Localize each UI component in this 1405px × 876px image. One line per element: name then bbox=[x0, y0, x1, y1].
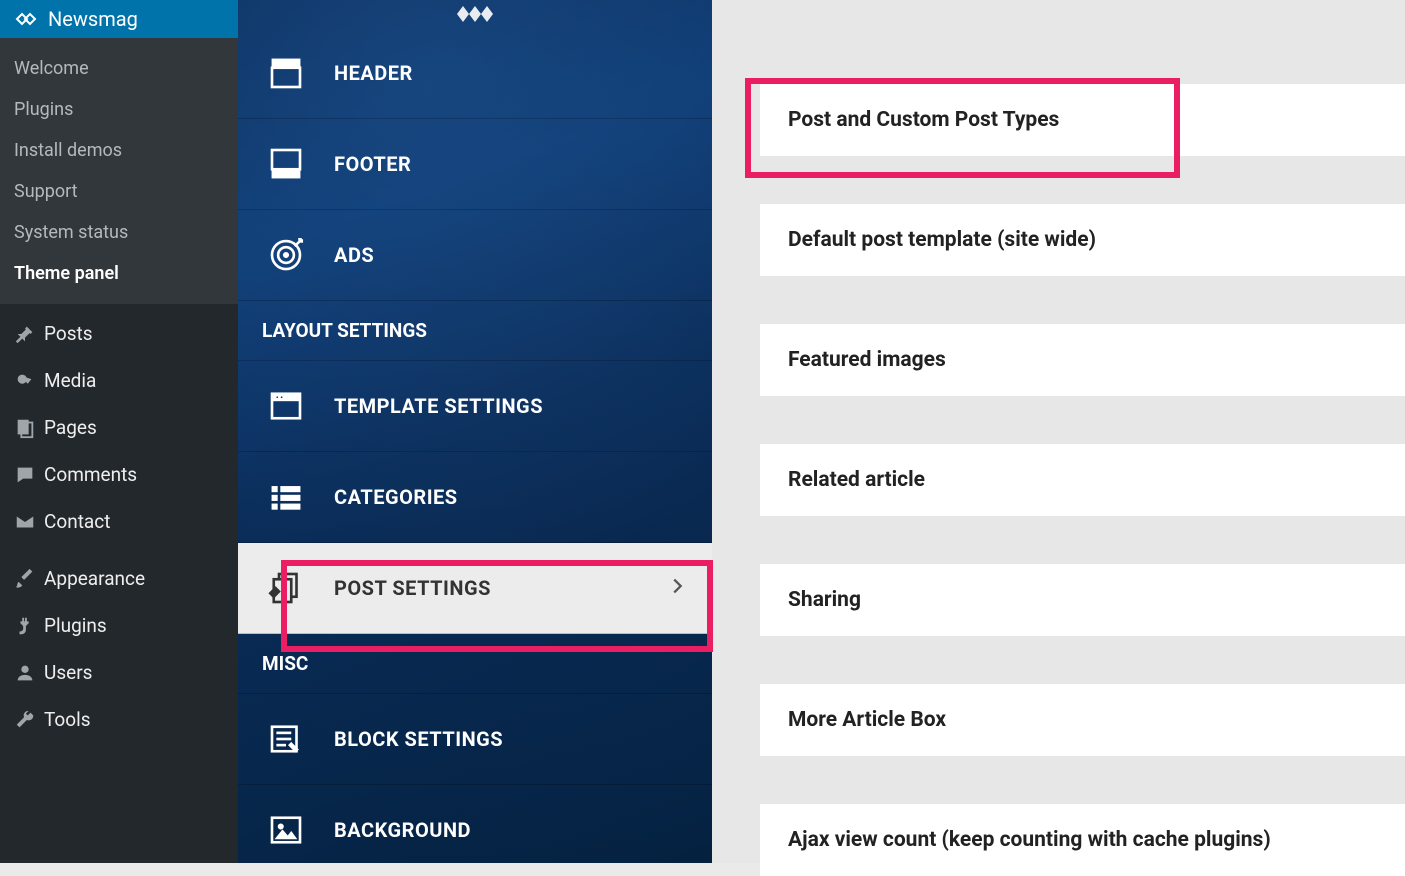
menu-contact-label: Contact bbox=[44, 510, 110, 533]
wp-main-menu: Posts Media Pages Comments Contact Appea… bbox=[0, 304, 238, 743]
theme-logo bbox=[238, 0, 712, 28]
menu-tools-label: Tools bbox=[44, 708, 91, 731]
panel-default-post-template[interactable]: Default post template (site wide) bbox=[760, 204, 1405, 276]
nav-template-settings-label: TEMPLATE SETTINGS bbox=[334, 394, 688, 418]
pages-icon bbox=[14, 417, 44, 439]
brush-icon bbox=[14, 568, 44, 590]
nav-ads[interactable]: ADS bbox=[238, 210, 712, 301]
comments-icon bbox=[14, 464, 44, 486]
nav-footer[interactable]: FOOTER bbox=[238, 119, 712, 210]
submenu-support[interactable]: Support bbox=[0, 171, 238, 212]
panel-related-article[interactable]: Related article bbox=[760, 444, 1405, 516]
panel-sharing[interactable]: Sharing bbox=[760, 564, 1405, 636]
menu-users-label: Users bbox=[44, 661, 92, 684]
panel-featured-images[interactable]: Featured images bbox=[760, 324, 1405, 396]
menu-appearance-label: Appearance bbox=[44, 567, 145, 590]
submenu-welcome[interactable]: Welcome bbox=[0, 48, 238, 89]
template-icon bbox=[262, 385, 310, 427]
nav-categories-label: CATEGORIES bbox=[334, 485, 688, 509]
block-edit-icon bbox=[262, 718, 310, 760]
nav-block-settings[interactable]: BLOCK SETTINGS bbox=[238, 694, 712, 785]
chevron-right-icon bbox=[666, 575, 688, 602]
menu-plugins[interactable]: Plugins bbox=[0, 602, 238, 649]
menu-plugins-label: Plugins bbox=[44, 614, 107, 637]
menu-posts[interactable]: Posts bbox=[0, 310, 238, 357]
newsmag-icon bbox=[14, 7, 38, 31]
nav-background-label: BACKGROUND bbox=[334, 818, 688, 842]
menu-contact[interactable]: Contact bbox=[0, 498, 238, 545]
settings-content-panel: Post and Custom Post Types Default post … bbox=[712, 0, 1405, 863]
menu-media[interactable]: Media bbox=[0, 357, 238, 404]
wrench-icon bbox=[14, 709, 44, 731]
nav-block-settings-label: BLOCK SETTINGS bbox=[334, 727, 688, 751]
pin-icon bbox=[14, 323, 44, 345]
panel-ajax-view-count[interactable]: Ajax view count (keep counting with cach… bbox=[760, 804, 1405, 876]
menu-users[interactable]: Users bbox=[0, 649, 238, 696]
menu-comments-label: Comments bbox=[44, 463, 137, 486]
nav-categories[interactable]: CATEGORIES bbox=[238, 452, 712, 543]
wp-current-theme-label: Newsmag bbox=[48, 7, 138, 31]
wp-admin-sidebar: Newsmag Welcome Plugins Install demos Su… bbox=[0, 0, 238, 863]
target-icon bbox=[262, 234, 310, 276]
panel-more-article-box[interactable]: More Article Box bbox=[760, 684, 1405, 756]
theme-settings-nav: HEADER FOOTER ADS LAYOUT SETTINGS TEMPLA… bbox=[238, 0, 712, 863]
nav-ads-label: ADS bbox=[334, 243, 688, 267]
menu-posts-label: Posts bbox=[44, 322, 93, 345]
mail-icon bbox=[14, 511, 44, 533]
section-layout-settings: LAYOUT SETTINGS bbox=[238, 301, 712, 361]
submenu-install-demos[interactable]: Install demos bbox=[0, 130, 238, 171]
section-misc: MISC bbox=[238, 634, 712, 694]
menu-pages-label: Pages bbox=[44, 416, 97, 439]
wp-submenu: Welcome Plugins Install demos Support Sy… bbox=[0, 38, 238, 304]
nav-header-label: HEADER bbox=[334, 61, 688, 85]
post-edit-icon bbox=[262, 567, 310, 609]
panel-post-cpt[interactable]: Post and Custom Post Types bbox=[760, 84, 1405, 156]
submenu-system-status[interactable]: System status bbox=[0, 212, 238, 253]
nav-footer-label: FOOTER bbox=[334, 152, 688, 176]
submenu-plugins[interactable]: Plugins bbox=[0, 89, 238, 130]
list-icon bbox=[262, 476, 310, 518]
nav-post-settings-label: POST SETTINGS bbox=[334, 576, 642, 600]
plug-icon bbox=[14, 615, 44, 637]
nav-post-settings[interactable]: POST SETTINGS bbox=[238, 543, 712, 634]
media-icon bbox=[14, 370, 44, 392]
nav-template-settings[interactable]: TEMPLATE SETTINGS bbox=[238, 361, 712, 452]
user-icon bbox=[14, 662, 44, 684]
nav-header[interactable]: HEADER bbox=[238, 28, 712, 119]
header-icon bbox=[262, 52, 310, 94]
wp-current-theme[interactable]: Newsmag bbox=[0, 0, 238, 38]
menu-comments[interactable]: Comments bbox=[0, 451, 238, 498]
menu-pages[interactable]: Pages bbox=[0, 404, 238, 451]
submenu-theme-panel[interactable]: Theme panel bbox=[0, 253, 238, 294]
menu-tools[interactable]: Tools bbox=[0, 696, 238, 743]
menu-appearance[interactable]: Appearance bbox=[0, 555, 238, 602]
menu-media-label: Media bbox=[44, 369, 96, 392]
image-icon bbox=[262, 809, 310, 851]
nav-background[interactable]: BACKGROUND bbox=[238, 785, 712, 863]
footer-icon bbox=[262, 143, 310, 185]
